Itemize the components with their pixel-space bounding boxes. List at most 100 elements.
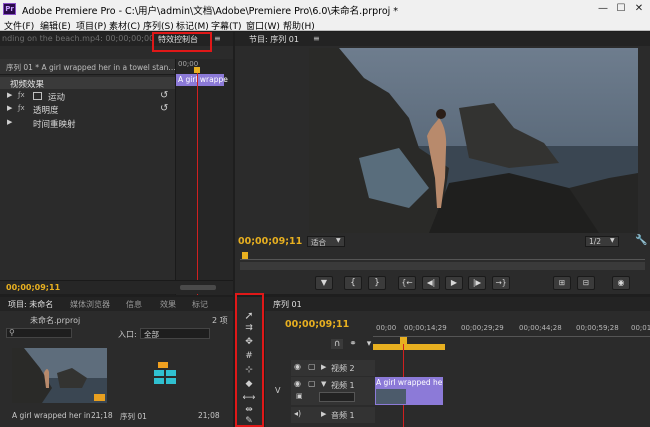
maximize-button[interactable]: ☐ bbox=[614, 2, 628, 15]
effect-name: 透明度 bbox=[33, 106, 59, 116]
effect-row-time-remap[interactable]: ▶ 时间重映射 bbox=[0, 117, 175, 130]
menu-window[interactable]: 窗口(W) bbox=[246, 19, 280, 32]
step-back-button[interactable]: ◀| bbox=[422, 276, 440, 290]
timeline-playhead-icon[interactable] bbox=[400, 337, 407, 344]
eye-icon[interactable]: ◉ bbox=[294, 362, 301, 371]
sequence-thumbnail[interactable] bbox=[120, 348, 215, 403]
fit-dropdown[interactable]: 适合 ▼ bbox=[307, 236, 345, 247]
video-effects-section: 视频效果 bbox=[0, 77, 175, 90]
expand-arrow-icon[interactable]: ▶ bbox=[7, 118, 12, 126]
tab-program[interactable]: 节目: 序列 01 bbox=[249, 34, 299, 45]
linked-selection-icon[interactable]: ⚭ bbox=[347, 339, 359, 349]
timeline-tabbar: 序列 01 bbox=[265, 297, 650, 311]
keyframe-navigator[interactable] bbox=[319, 392, 355, 402]
fx-icon[interactable]: ƒx bbox=[18, 91, 25, 99]
lift-button[interactable]: ⊞ bbox=[553, 276, 571, 290]
program-zoom-bar[interactable] bbox=[240, 262, 645, 270]
snap-icon[interactable]: ∩ bbox=[331, 339, 343, 349]
go-to-in-button[interactable]: {← bbox=[398, 276, 416, 290]
resolution-dropdown[interactable]: 1/2 ▼ bbox=[585, 236, 619, 247]
timeline-ruler[interactable]: 00;00 00;00;14;29 00;00;29;29 00;00;44;2… bbox=[373, 323, 650, 337]
menu-title[interactable]: 字幕(T) bbox=[211, 19, 242, 32]
program-playhead-icon[interactable] bbox=[242, 252, 248, 259]
mark-in-button[interactable]: { bbox=[344, 276, 362, 290]
program-video-frame bbox=[309, 48, 638, 233]
panel-menu-icon[interactable]: ≡ bbox=[214, 34, 221, 43]
source-patch-v[interactable]: V bbox=[275, 386, 280, 395]
effect-controls-header: 序列 01 * A girl wrapped her in a towel st… bbox=[0, 59, 176, 75]
entry-dropdown[interactable]: 全部 bbox=[140, 328, 210, 339]
eye-icon[interactable]: ◉ bbox=[294, 379, 301, 388]
tab-info[interactable]: 信息 bbox=[126, 299, 142, 310]
menu-sequence[interactable]: 序列(S) bbox=[143, 19, 174, 32]
add-marker-button[interactable]: ▼ bbox=[315, 276, 333, 290]
ruler-label: 00;01;14;29 bbox=[631, 324, 650, 332]
effect-name: 运动 bbox=[48, 93, 66, 103]
timeline-clip-video1[interactable]: A girl wrapped her i bbox=[375, 377, 443, 405]
expand-arrow-icon[interactable]: ▶ bbox=[7, 104, 12, 112]
effect-timecode[interactable]: 00;00;09;11 bbox=[6, 283, 60, 292]
track-name: 音频 1 bbox=[331, 411, 355, 420]
expand-arrow-icon[interactable]: ▶ bbox=[321, 363, 326, 371]
work-area-bar[interactable] bbox=[373, 344, 445, 350]
tab-effects[interactable]: 效果 bbox=[160, 299, 176, 310]
reset-icon[interactable]: ↺ bbox=[160, 103, 168, 114]
source-tab[interactable]: nding on the beach.mp4: 00;00;00;00 bbox=[2, 34, 154, 43]
expand-arrow-icon[interactable]: ▶ bbox=[321, 410, 326, 418]
effect-row-opacity[interactable]: ▶ ƒx 透明度 ↺ bbox=[0, 103, 175, 116]
fx-icon[interactable]: ƒx bbox=[18, 104, 25, 112]
ruler-label: 00;00;44;28 bbox=[519, 324, 562, 332]
track-header-audio1[interactable]: ◂) ▶ 音频 1 bbox=[291, 407, 375, 423]
ruler-label: 00;00;59;28 bbox=[576, 324, 619, 332]
menu-marker[interactable]: 标记(M) bbox=[176, 19, 209, 32]
lock-icon[interactable]: ▢ bbox=[308, 379, 316, 388]
menu-help[interactable]: 帮助(H) bbox=[283, 19, 315, 32]
project-file-name: 未命名.prproj bbox=[30, 316, 81, 325]
menu-project[interactable]: 项目(P) bbox=[76, 19, 106, 32]
clip-bar-label: A girl wrappe bbox=[178, 75, 228, 84]
extract-button[interactable]: ⊟ bbox=[577, 276, 595, 290]
menu-clip[interactable]: 素材(C) bbox=[109, 19, 140, 32]
collapse-arrow-icon[interactable]: ▼ bbox=[321, 380, 326, 388]
minimize-button[interactable]: — bbox=[596, 2, 610, 15]
mark-out-button[interactable]: } bbox=[368, 276, 386, 290]
step-forward-button[interactable]: |▶ bbox=[468, 276, 486, 290]
display-style-icon[interactable]: ▣ bbox=[296, 392, 303, 400]
search-icon: ⚲ bbox=[9, 328, 15, 337]
premiere-logo-icon: Pr bbox=[3, 3, 16, 15]
clip-bar[interactable]: A girl wrappe bbox=[176, 74, 228, 86]
reset-icon[interactable]: ↺ bbox=[160, 90, 168, 101]
clip-thumbnail[interactable] bbox=[12, 348, 107, 403]
window-title: Adobe Premiere Pro - C:\用户\admin\文档\Adob… bbox=[22, 6, 399, 17]
program-timecode[interactable]: 00;00;09;11 bbox=[238, 236, 302, 247]
timeline-timecode[interactable]: 00;00;09;11 bbox=[285, 319, 349, 330]
tab-media-browser[interactable]: 媒体浏览器 bbox=[70, 299, 110, 310]
go-to-out-button[interactable]: →} bbox=[492, 276, 510, 290]
export-frame-camera-icon[interactable]: ◉ bbox=[612, 276, 630, 290]
close-button[interactable]: ✕ bbox=[632, 2, 646, 15]
menu-file[interactable]: 文件(F) bbox=[4, 19, 34, 32]
ruler-label: 00;00 bbox=[376, 324, 397, 332]
lock-icon[interactable]: ▢ bbox=[308, 362, 316, 371]
sequence-name: 序列 01 bbox=[120, 412, 147, 421]
transform-icon bbox=[33, 92, 42, 100]
search-input[interactable]: ⚲ bbox=[6, 328, 72, 338]
settings-wrench-icon[interactable]: 🔧 bbox=[635, 235, 647, 246]
panel-menu-icon[interactable]: ≡ bbox=[313, 34, 320, 43]
track-header-video1[interactable]: ◉ ▢ ▼ 视频 1 ▣ bbox=[291, 377, 375, 405]
tab-markers[interactable]: 标记 bbox=[192, 299, 208, 310]
speaker-icon[interactable]: ◂) bbox=[294, 409, 301, 418]
program-ruler[interactable] bbox=[240, 252, 645, 260]
beach-video-image bbox=[309, 48, 638, 233]
timeline-panel: 序列 01 00;00;09;11 ∩ ⚭ ▾ 00;00 00;00;14;2… bbox=[265, 297, 650, 427]
tab-project[interactable]: 项目: 未命名 bbox=[8, 299, 53, 310]
track-header-video2[interactable]: ◉ ▢ ▶ 视频 2 bbox=[291, 360, 375, 376]
clip-thumbnail-image bbox=[12, 348, 107, 403]
expand-arrow-icon[interactable]: ▶ bbox=[7, 91, 12, 99]
effect-row-motion[interactable]: ▶ ƒx 运动 ↺ bbox=[0, 90, 175, 103]
effect-timeline[interactable]: 00;00 A girl wrappe bbox=[175, 59, 233, 295]
tab-sequence[interactable]: 序列 01 bbox=[273, 299, 302, 310]
zoom-scrollbar[interactable] bbox=[180, 285, 216, 290]
play-button[interactable]: ▶ bbox=[445, 276, 463, 290]
menu-edit[interactable]: 编辑(E) bbox=[40, 19, 71, 32]
